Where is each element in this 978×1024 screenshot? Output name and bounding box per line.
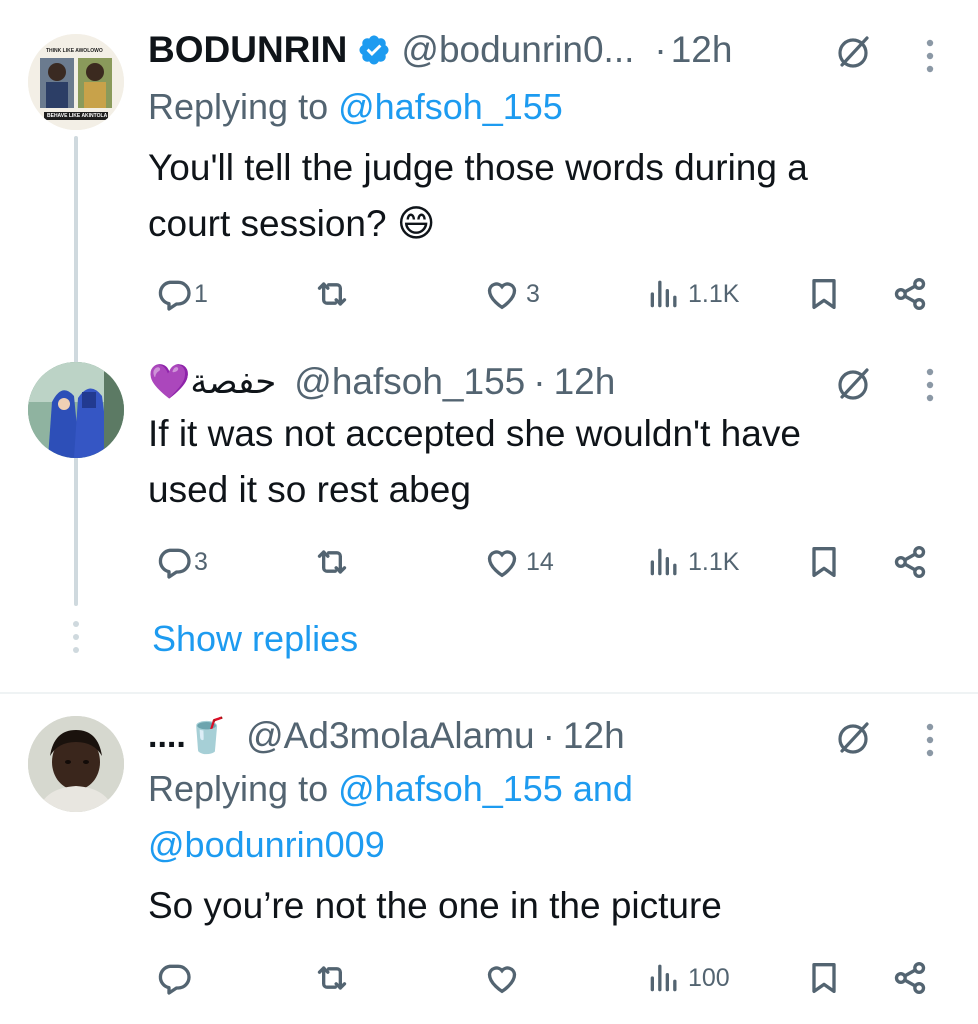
- share-icon: [894, 278, 926, 310]
- share-icon: [894, 962, 926, 994]
- bookmark-button[interactable]: [804, 538, 844, 586]
- display-name[interactable]: ....🥤: [148, 716, 228, 756]
- grok-icon[interactable]: [834, 364, 874, 404]
- views-icon: [650, 548, 677, 576]
- like-button[interactable]: 3: [482, 270, 540, 318]
- views-icon: [650, 280, 677, 308]
- reply-button[interactable]: 1: [154, 270, 208, 318]
- show-replies-link[interactable]: Show replies: [152, 618, 358, 660]
- tweet-header: ....🥤 @Ad3molaAlamu · 12h: [148, 712, 625, 760]
- reply-count: 1: [194, 279, 208, 308]
- replying-to-prefix: Replying to: [148, 86, 339, 127]
- view-count: 1.1K: [688, 279, 740, 308]
- replying-to-prefix: Replying to: [148, 768, 339, 809]
- like-button[interactable]: 14: [482, 538, 554, 586]
- tweet-text-line: court session? 😄: [148, 203, 436, 244]
- tweet-text: So you’re not the one in the picture: [148, 878, 948, 934]
- separator: ·: [654, 29, 667, 70]
- replying-to-handle[interactable]: @hafsoh_155 and: [338, 768, 633, 809]
- replying-to: Replying to @hafsoh_155 and: [148, 768, 633, 810]
- reply-icon: [158, 964, 191, 995]
- display-name[interactable]: BODUNRIN: [148, 29, 347, 71]
- bookmark-button[interactable]: [804, 270, 844, 318]
- share-button[interactable]: [890, 538, 930, 586]
- reply-count: 3: [194, 547, 208, 576]
- tweet-text: If it was not accepted she wouldn't have…: [148, 406, 948, 518]
- tweet-header: 💜حفصة @hafsoh_155 · 12h: [148, 358, 615, 406]
- bookmark-icon: [812, 279, 836, 309]
- replying-to-handle[interactable]: @bodunrin009: [148, 824, 385, 865]
- views-button[interactable]: 1.1K: [644, 270, 739, 318]
- avatar-ad3mola[interactable]: [28, 716, 124, 812]
- tweet-text-line: So you’re not the one in the picture: [148, 885, 722, 926]
- like-icon: [487, 550, 517, 578]
- reply-icon: [158, 280, 191, 311]
- more-icon[interactable]: [924, 722, 936, 758]
- separator: ·: [542, 715, 555, 756]
- timestamp[interactable]: 12h: [671, 29, 733, 71]
- view-count: 1.1K: [688, 547, 740, 576]
- grok-icon[interactable]: [834, 718, 874, 758]
- like-icon: [487, 966, 517, 994]
- handle[interactable]: @Ad3molaAlamu: [246, 715, 534, 757]
- reply-icon: [158, 548, 191, 579]
- views-button[interactable]: 100: [644, 954, 730, 1002]
- share-icon: [894, 546, 926, 578]
- share-button[interactable]: [890, 954, 930, 1002]
- avatar-hafsoh[interactable]: [28, 362, 124, 458]
- verified-icon: [357, 33, 391, 67]
- avatar-bodunrin[interactable]: THINK LIKE AWOLOWO BEHAVE LIKE AKINTOLA: [28, 34, 124, 130]
- replying-to-handle[interactable]: @hafsoh_155: [338, 86, 563, 127]
- reply-button[interactable]: [154, 954, 194, 1002]
- tweet-text-line: used it so rest abeg: [148, 469, 471, 510]
- like-count: 3: [526, 279, 540, 308]
- avatar-top-text: THINK LIKE AWOLOWO: [46, 48, 103, 54]
- handle[interactable]: @bodunrin0...: [401, 29, 634, 71]
- retweet-button[interactable]: [312, 954, 352, 1002]
- share-button[interactable]: [890, 270, 930, 318]
- tweet-text: You'll tell the judge those words during…: [148, 140, 948, 252]
- action-bar: 3 14 1.1K: [148, 538, 938, 586]
- display-name[interactable]: 💜حفصة: [148, 362, 276, 402]
- like-button[interactable]: [482, 954, 522, 1002]
- handle[interactable]: @hafsoh_155: [294, 361, 525, 403]
- like-count: 14: [526, 547, 554, 576]
- timestamp[interactable]: 12h: [563, 715, 625, 757]
- bookmark-icon: [812, 963, 836, 993]
- bookmark-icon: [812, 547, 836, 577]
- action-bar: 1 3 1.1K: [148, 270, 938, 318]
- separator: ·: [533, 361, 546, 402]
- replying-to-line2: @bodunrin009: [148, 824, 385, 866]
- more-replies-dots-icon: [73, 621, 79, 653]
- retweet-icon: [317, 550, 347, 574]
- retweet-icon: [317, 282, 347, 306]
- grok-icon[interactable]: [834, 32, 874, 72]
- timestamp[interactable]: 12h: [554, 361, 616, 403]
- views-button[interactable]: 1.1K: [644, 538, 739, 586]
- retweet-button[interactable]: [312, 270, 352, 318]
- divider: [0, 692, 978, 694]
- like-icon: [487, 282, 517, 310]
- retweet-button[interactable]: [312, 538, 352, 586]
- tweet-text-line: You'll tell the judge those words during…: [148, 147, 808, 188]
- more-icon[interactable]: [924, 38, 936, 74]
- reply-button[interactable]: 3: [154, 538, 208, 586]
- avatar-bottom-text: BEHAVE LIKE AKINTOLA: [47, 113, 108, 119]
- view-count: 100: [688, 963, 730, 992]
- bookmark-button[interactable]: [804, 954, 844, 1002]
- action-bar: 100: [148, 954, 938, 1002]
- more-icon[interactable]: [924, 367, 936, 403]
- replying-to: Replying to @hafsoh_155: [148, 86, 563, 128]
- retweet-icon: [317, 966, 347, 990]
- tweet-header: BODUNRIN @bodunrin0... · 12h: [148, 26, 732, 74]
- views-icon: [650, 964, 677, 992]
- tweet-text-line: If it was not accepted she wouldn't have: [148, 413, 801, 454]
